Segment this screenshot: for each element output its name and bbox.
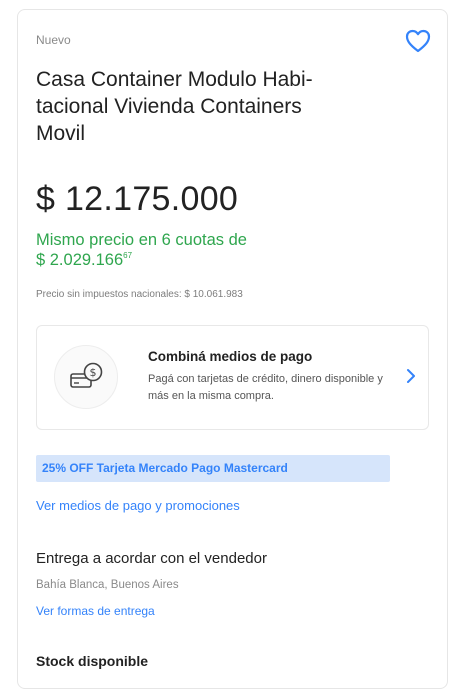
combine-payments-description: Pagá con tarjetas de crédito, dinero dis… — [148, 373, 383, 402]
condition-label: Nuevo — [36, 33, 71, 47]
seller-location: Bahía Blanca, Buenos Aires — [36, 579, 179, 591]
installments-amount: $ 2.029.166 — [36, 251, 124, 269]
product-card: Nuevo Casa Container Modulo Habi- tacion… — [17, 9, 448, 689]
see-payments-link[interactable]: Ver medios de pago y promociones — [36, 498, 240, 513]
installments-text: Mismo precio en 6 cuotas de — [36, 231, 247, 249]
combine-payments-title: Combiná medios de pago — [148, 349, 313, 364]
installments-cents: 67 — [123, 251, 133, 260]
installments-info: Mismo precio en 6 cuotas de $ 2.029.1666… — [36, 230, 247, 273]
delivery-title: Entrega a acordar con el vendedor — [36, 550, 267, 567]
chevron-right-icon[interactable] — [406, 368, 416, 389]
product-title-line: Casa Container Modulo Habi- — [36, 68, 313, 91]
combine-payments-box[interactable]: $ Combiná medios de pago Pagá con tarjet… — [36, 325, 429, 430]
money-card-icon: $ — [54, 345, 118, 409]
product-title-line: tacional Vivienda Containers — [36, 95, 302, 118]
product-title-line: Movil — [36, 122, 86, 145]
tax-note: Precio sin impuestos nacionales: $ 10.06… — [36, 289, 243, 300]
see-delivery-link[interactable]: Ver formas de entrega — [36, 604, 155, 618]
svg-text:$: $ — [90, 366, 97, 379]
product-title: Casa Container Modulo Habi- tacional Viv… — [36, 66, 406, 147]
promo-badge: 25% OFF Tarjeta Mercado Pago Mastercard — [36, 455, 390, 482]
favorite-heart-icon[interactable] — [404, 28, 432, 54]
stock-label: Stock disponible — [36, 653, 149, 669]
product-price: $ 12.175.000 — [36, 180, 239, 218]
